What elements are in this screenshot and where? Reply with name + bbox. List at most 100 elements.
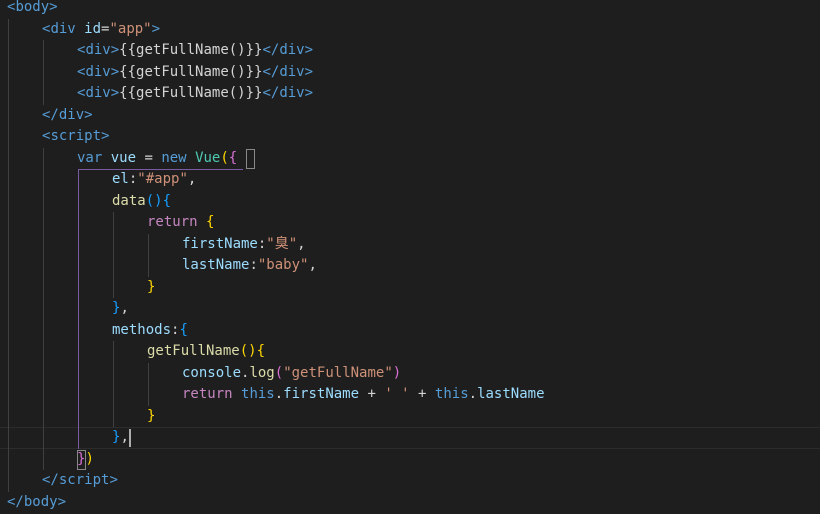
code-line[interactable]: } (0, 276, 820, 298)
indent-guide (43, 40, 44, 62)
code-token: , (308, 257, 317, 273)
indent-guide (8, 405, 9, 427)
code-token: () (239, 343, 257, 359)
code-line[interactable]: <div>{{getFullName()}}</div> (0, 40, 820, 62)
code-token: > (304, 85, 314, 101)
indent-guide (43, 233, 44, 255)
code-line[interactable]: getFullName(){ (0, 341, 820, 363)
code-line[interactable]: <div>{{getFullName()}}</div> (0, 83, 820, 105)
indent-guide (8, 18, 9, 40)
code-line[interactable]: var vue = new Vue({ (0, 147, 820, 169)
indent-guide (8, 362, 9, 384)
code-token: ( (274, 364, 284, 381)
indent-guide (8, 212, 9, 234)
code-line[interactable]: data(){ (0, 190, 820, 212)
code-token: > (304, 42, 314, 58)
code-token: firstName (182, 235, 258, 252)
indent-guide (8, 61, 9, 83)
indent-guide (78, 276, 79, 298)
matching-bracket-highlight (245, 148, 255, 169)
code-token: > (110, 42, 120, 58)
code-token: log (249, 364, 275, 381)
code-token: . (468, 386, 478, 402)
indent-guide (8, 448, 9, 470)
indent-guide (148, 384, 149, 406)
indent-guide (78, 298, 79, 320)
code-token: + (359, 386, 385, 402)
indent-guide (8, 255, 9, 277)
code-token: > (151, 20, 161, 37)
code-token: , (120, 429, 129, 445)
indent-guide (8, 104, 9, 126)
indent-guide (43, 212, 44, 234)
code-token: , (120, 300, 129, 316)
code-line[interactable]: <body> (0, 0, 820, 19)
code-token: ' ' (384, 386, 410, 402)
code-line[interactable]: methods:{ (0, 319, 820, 341)
indent-guide (43, 319, 44, 341)
code-line[interactable]: </script> (0, 470, 820, 492)
code-line[interactable]: }, (0, 298, 820, 320)
indent-guide (78, 319, 79, 341)
code-text: </body> (7, 492, 66, 514)
indent-guide (148, 255, 149, 277)
code-token: vue (110, 149, 137, 166)
code-token: > (57, 493, 67, 510)
code-text: return this.firstName + ' ' + this.lastN… (182, 384, 545, 406)
code-token: new (161, 149, 187, 166)
indent-guide (8, 298, 9, 320)
code-text: el:"#app", (112, 169, 196, 191)
code-line[interactable]: <div>{{getFullName()}}</div> (0, 61, 820, 83)
code-token: > (84, 106, 93, 123)
code-text: } (147, 406, 155, 428)
code-line[interactable]: firstName:"臭", (0, 233, 820, 255)
indent-guide (78, 233, 79, 255)
code-text: <div>{{getFullName()}}</div> (77, 40, 313, 62)
code-token: : (249, 257, 258, 273)
indent-guide (113, 384, 114, 406)
code-token: </ (262, 85, 280, 101)
indent-guide (8, 190, 9, 212)
code-token: div (85, 63, 111, 80)
indent-guide (113, 276, 114, 298)
indent-guide (43, 362, 44, 384)
code-line[interactable]: </div> (0, 104, 820, 126)
code-line[interactable]: <div id="app"> (0, 18, 820, 40)
indent-guide (78, 341, 79, 363)
code-token: div (85, 42, 111, 58)
code-line[interactable]: return { (0, 212, 820, 234)
indent-guide (148, 362, 149, 384)
indent-guide (78, 169, 79, 191)
indent-guide (78, 212, 79, 234)
code-token: Vue (195, 149, 221, 166)
code-editor[interactable]: <body> <div id="app"> <div>{{getFullName()… (0, 0, 820, 514)
code-line[interactable]: lastName:"baby", (0, 255, 820, 277)
code-text: lastName:"baby", (182, 255, 317, 277)
code-token: } (147, 278, 156, 295)
code-line[interactable]: <script> (0, 126, 820, 148)
indent-guide (8, 341, 9, 363)
code-line[interactable]: }) (0, 448, 820, 470)
code-token: + (409, 386, 435, 402)
indent-guide (8, 126, 9, 148)
code-token: div (279, 42, 305, 58)
indent-guide (113, 255, 114, 277)
indent-guide (8, 470, 9, 492)
code-token: {{getFullName()}} (119, 42, 263, 58)
code-line[interactable]: } (0, 405, 820, 428)
indent-guide (43, 405, 44, 427)
code-token: . (274, 386, 284, 402)
code-line[interactable]: </body> (0, 492, 820, 514)
indent-guide (8, 384, 9, 406)
code-token: = (136, 149, 162, 166)
indent-guide (8, 40, 9, 62)
code-token: "getFullName" (283, 364, 393, 381)
code-token: "#app" (137, 171, 188, 187)
code-line[interactable]: return this.firstName + ' ' + this.lastN… (0, 384, 820, 406)
code-line[interactable]: el:"#app", (0, 169, 820, 191)
code-text: return { (147, 212, 214, 234)
code-line[interactable]: console.log("getFullName") (0, 362, 820, 384)
code-line[interactable]: }, (0, 427, 820, 449)
